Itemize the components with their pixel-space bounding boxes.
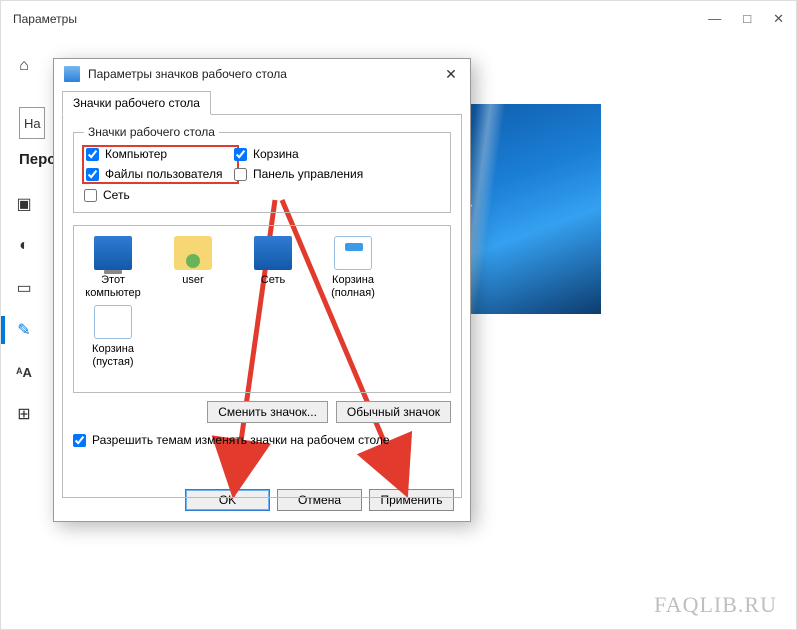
check-recycle[interactable]: Корзина [234, 147, 394, 161]
user-folder-icon [174, 236, 212, 270]
start-icon[interactable]: ⊞ [14, 404, 34, 424]
network-icon [254, 236, 292, 270]
default-icon-button[interactable]: Обычный значок [336, 401, 451, 423]
lockscreen-icon[interactable]: ▭ [14, 278, 34, 298]
icon-bin-full[interactable]: Корзина (полная) [320, 236, 386, 299]
dialog-titlebar: Параметры значков рабочего стола ✕ [54, 59, 470, 89]
checkbox-control[interactable] [234, 168, 247, 181]
dialog-tabs: Значки рабочего стола [62, 91, 462, 115]
dialog-close-icon[interactable]: ✕ [442, 66, 460, 83]
check-control[interactable]: Панель управления [234, 167, 394, 181]
group-legend: Значки рабочего стола [84, 125, 219, 139]
check-computer[interactable]: Компьютер [86, 147, 234, 161]
icon-bin-empty[interactable]: Корзина (пустая) [80, 305, 146, 368]
themes-icon[interactable]: ✎ [14, 320, 34, 340]
minimize-icon[interactable]: — [708, 11, 721, 27]
checkbox-allow-themes[interactable] [73, 434, 86, 447]
close-icon[interactable]: ✕ [773, 11, 784, 27]
checkbox-network[interactable] [84, 189, 97, 202]
dialog-body: Значки рабочего стола Компьютер Файлы по… [62, 114, 462, 498]
window-titlebar: Параметры — □ ✕ [1, 1, 796, 37]
desktop-icons-dialog: Параметры значков рабочего стола ✕ Значк… [53, 58, 471, 522]
icon-this-pc[interactable]: Этот компьютер [80, 236, 146, 299]
recycle-full-icon [334, 236, 372, 270]
checkbox-recycle[interactable] [234, 148, 247, 161]
window-title: Параметры [13, 12, 77, 26]
tab-desktop-icons[interactable]: Значки рабочего стола [62, 91, 211, 115]
dialog-app-icon [64, 66, 80, 82]
icon-user[interactable]: user [160, 236, 226, 299]
background-icon[interactable]: ▣ [14, 194, 34, 214]
home-icon[interactable]: ⌂ [14, 56, 34, 76]
watermark: FAQLIB.RU [654, 592, 777, 618]
checkbox-computer[interactable] [86, 148, 99, 161]
personalization-label: Перс [19, 151, 56, 168]
icon-preview-box: Этот компьютер user Сеть Корзина (полная… [73, 225, 451, 393]
maximize-icon[interactable]: □ [743, 11, 751, 27]
colors-icon[interactable]: ◐ [14, 236, 34, 256]
dialog-title: Параметры значков рабочего стола [88, 67, 287, 81]
recycle-empty-icon [94, 305, 132, 339]
check-userfiles[interactable]: Файлы пользователя [86, 167, 234, 181]
fonts-icon[interactable]: ᴬA [14, 362, 34, 382]
allow-themes-check[interactable]: Разрешить темам изменять значки на рабоч… [73, 433, 451, 447]
icons-group: Значки рабочего стола Компьютер Файлы по… [73, 125, 451, 213]
search-input-stub[interactable]: На [19, 107, 45, 139]
check-network[interactable]: Сеть [84, 188, 234, 202]
pc-icon [94, 236, 132, 270]
change-icon-button[interactable]: Сменить значок... [207, 401, 328, 423]
checkbox-userfiles[interactable] [86, 168, 99, 181]
icon-network[interactable]: Сеть [240, 236, 306, 299]
